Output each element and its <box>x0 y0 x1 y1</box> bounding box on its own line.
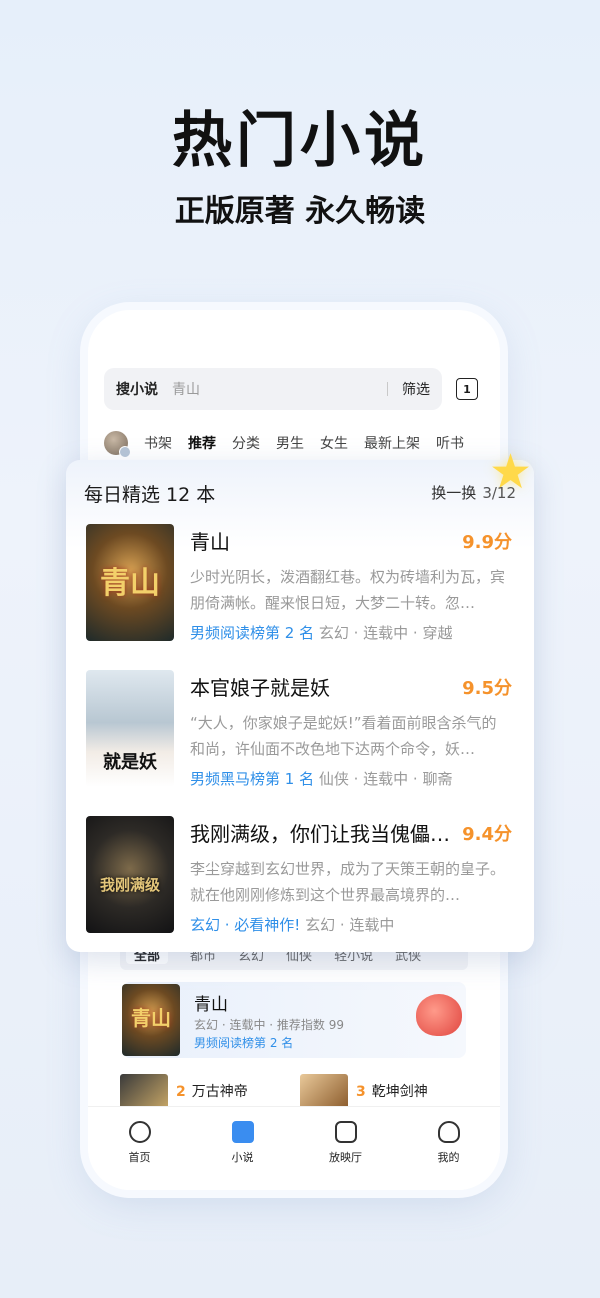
tab-male[interactable]: 男生 <box>276 433 304 453</box>
nav-me-label: 我的 <box>437 1151 460 1164</box>
play-icon <box>334 1121 357 1143</box>
nav-theater[interactable]: 放映厅 <box>311 1121 381 1190</box>
cover-title: 我刚满级 <box>99 876 160 894</box>
featured-rank: 男频阅读榜第 2 名 <box>194 1036 294 1050</box>
nav-novel-label: 小说 <box>231 1151 254 1164</box>
book-score: 9.4分 <box>462 824 512 845</box>
heart-icon <box>416 994 462 1036</box>
book-tags: 玄幻 · 必看神作! 玄幻 · 连载中 <box>190 914 394 935</box>
tab-recommend[interactable]: 推荐 <box>188 433 216 453</box>
daily-picks-card: ★ 每日精选 12 本 换一换 3/12 青山 青山 9.9分 少时光阴长，泼酒翻… <box>66 448 534 952</box>
daily-picks-title: 每日精选 12 本 <box>84 484 216 506</box>
book-item[interactable]: 我刚满级 我刚满级，你们让我当傀儡… 9.4分 李尘穿越到玄幻世界，成为了天策王… <box>86 816 516 936</box>
divider <box>387 382 388 396</box>
ranking-item[interactable]: 3 乾坤剑神 <box>300 1074 428 1110</box>
book-tags: 男频黑马榜第 1 名 仙侠 · 连载中 · 聊斋 <box>190 768 452 789</box>
featured-title: 青山 <box>194 995 228 1015</box>
tab-audio[interactable]: 听书 <box>436 433 464 453</box>
featured-meta: 玄幻 · 连载中 · 推荐指数 99 <box>194 1018 344 1032</box>
tab-female[interactable]: 女生 <box>320 433 348 453</box>
book-cover: 青山 <box>122 984 180 1056</box>
book-description: 少时光阴长，泼酒翻红巷。权为砖墙利为瓦，宾朋倚满帐。醒来恨日短，大梦二十转。忽… <box>190 568 506 612</box>
book-tag-list: 仙侠 · 连载中 · 聊斋 <box>314 770 453 788</box>
cover-title: 就是妖 <box>103 752 157 773</box>
tab-category[interactable]: 分类 <box>232 433 260 453</box>
cover-title: 青山 <box>100 566 160 601</box>
hero-title: 热门小说 <box>172 106 428 176</box>
book-tag-list: 玄幻 · 连载中 · 穿越 <box>314 624 453 642</box>
book-score: 9.5分 <box>462 678 512 699</box>
book-rank: 男频阅读榜第 2 名 <box>190 624 315 642</box>
rank-number: 3 <box>356 1084 366 1100</box>
book-icon <box>231 1121 254 1143</box>
book-description: 李尘穿越到玄幻世界，成为了天策王朝的皇子。就在他刚刚修炼到这个世界最高境界的… <box>190 860 506 904</box>
tab-count-icon[interactable]: 1 <box>456 378 478 400</box>
tab-bookshelf[interactable]: 书架 <box>144 433 172 453</box>
book-cover <box>120 1074 168 1110</box>
nav-novel[interactable]: 小说 <box>208 1121 278 1190</box>
book-score: 9.9分 <box>462 532 512 553</box>
book-item[interactable]: 就是妖 本官娘子就是妖 9.5分 “大人，你家娘子是蛇妖!”看着面前眼含杀气的和… <box>86 670 516 790</box>
book-title: 本官娘子就是妖 <box>190 676 330 700</box>
bottom-nav: 首页 小说 放映厅 我的 <box>88 1106 500 1190</box>
featured-book[interactable]: 青山 青山 玄幻 · 连载中 · 推荐指数 99 男频阅读榜第 2 名 <box>122 982 466 1058</box>
nav-home[interactable]: 首页 <box>105 1121 175 1190</box>
top-tabs: 书架 推荐 分类 男生 女生 最新上架 听书 <box>104 428 464 458</box>
page-indicator: 3/12 <box>482 484 516 502</box>
hero-subtitle: 正版原著 永久畅读 <box>174 194 426 229</box>
swap-label: 换一换 <box>431 484 477 502</box>
search-label: 搜小说 <box>116 382 158 398</box>
rank-number: 2 <box>176 1084 186 1100</box>
ranking-item[interactable]: 2 万古神帝 <box>120 1074 248 1110</box>
swap-button[interactable]: 换一换 3/12 <box>431 482 516 503</box>
search-input[interactable]: 青山 <box>172 379 387 399</box>
book-item[interactable]: 青山 青山 9.9分 少时光阴长，泼酒翻红巷。权为砖墙利为瓦，宾朋倚满帐。醒来恨… <box>86 524 516 644</box>
rank-title: 乾坤剑神 <box>371 1084 428 1100</box>
tab-new[interactable]: 最新上架 <box>364 433 420 453</box>
avatar[interactable] <box>104 431 131 458</box>
book-rank: 玄幻 · 必看神作! <box>190 916 301 934</box>
book-tag-list: 玄幻 · 连载中 <box>300 916 395 934</box>
book-description: “大人，你家娘子是蛇妖!”看着面前眼含杀气的和尚，许仙面不改色地下达两个命令，妖… <box>190 714 497 758</box>
book-cover: 青山 <box>86 524 174 641</box>
cover-title: 青山 <box>131 1006 171 1030</box>
filter-button[interactable]: 筛选 <box>402 379 430 399</box>
book-title: 青山 <box>190 530 230 554</box>
book-cover <box>300 1074 348 1110</box>
nav-home-label: 首页 <box>128 1151 151 1164</box>
book-rank: 男频黑马榜第 1 名 <box>190 770 315 788</box>
nav-theater-label: 放映厅 <box>329 1151 362 1164</box>
nav-me[interactable]: 我的 <box>414 1121 484 1190</box>
rank-title: 万古神帝 <box>191 1084 248 1100</box>
user-icon <box>437 1121 460 1143</box>
book-cover: 我刚满级 <box>86 816 174 933</box>
search-bar[interactable]: 搜小说 青山 筛选 <box>104 368 442 410</box>
book-tags: 男频阅读榜第 2 名 玄幻 · 连载中 · 穿越 <box>190 622 452 643</box>
home-icon <box>128 1121 151 1143</box>
book-cover: 就是妖 <box>86 670 174 787</box>
book-title: 我刚满级，你们让我当傀儡… <box>190 822 450 846</box>
